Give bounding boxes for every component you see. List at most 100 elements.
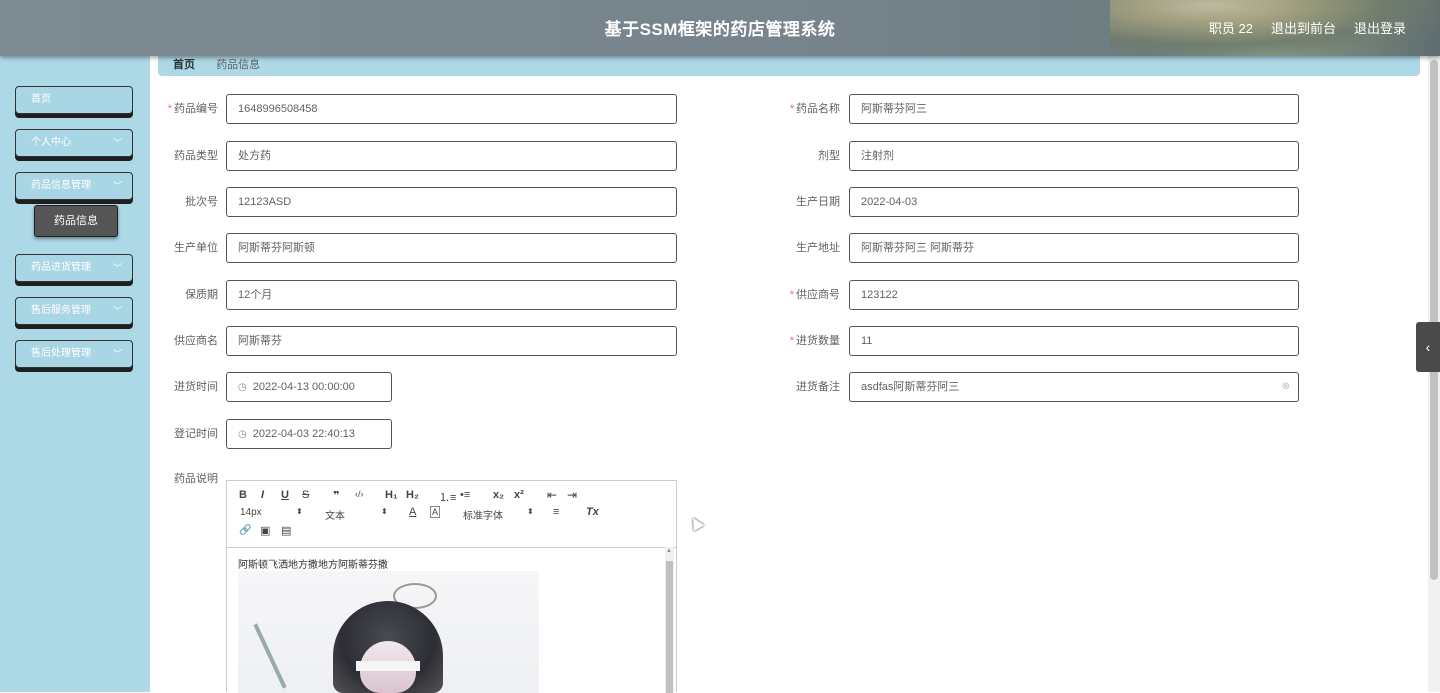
bg-color-button[interactable]: A [430, 506, 441, 518]
clear-icon[interactable]: ⊗ [1282, 373, 1290, 401]
code-button[interactable]: ‹/› [355, 489, 364, 499]
font-color-button[interactable]: A [409, 506, 416, 518]
description-text: 阿斯顿飞洒地方撒地方阿斯蒂芬撒 [238, 560, 388, 571]
supplier-no-label: * 供应商号 [789, 289, 840, 301]
sidebar-item-purchase[interactable]: 药品进货管理 ﹀ [15, 254, 133, 282]
clock-icon: ◷ [238, 382, 247, 393]
chevron-down-icon: ﹀ [112, 349, 122, 359]
font-size-select[interactable]: 14px [240, 507, 262, 518]
strike-button[interactable]: S [302, 489, 309, 501]
supplier-no-field[interactable]: 123122 [849, 280, 1299, 310]
sidebar-item-label: 售后服务管理 [31, 305, 91, 316]
drug-name-label: * 药品名称 [789, 103, 840, 115]
select-arrow-icon: ⬍ [527, 507, 534, 516]
chevron-down-icon: ﹀ [112, 263, 122, 273]
side-panel-toggle[interactable]: ‹ [1416, 322, 1440, 372]
underline-button[interactable]: U [281, 489, 289, 501]
purchase-time-label: 进货时间 [174, 381, 218, 393]
drug-type-field[interactable]: 处方药 [226, 141, 677, 171]
editor-content[interactable]: 阿斯顿飞洒地方撒地方阿斯蒂芬撒 ▲ [227, 547, 676, 693]
align-button[interactable]: ≡ [553, 506, 559, 518]
editor-scroll-thumb[interactable] [666, 561, 673, 693]
bullet-list-button[interactable]: •≡ [460, 489, 470, 501]
register-time-label: 登记时间 [174, 428, 218, 440]
page-scroll-thumb[interactable] [1430, 60, 1438, 580]
scroll-up-icon[interactable]: ▲ [666, 548, 672, 554]
purchase-qty-field[interactable]: 11 [849, 326, 1299, 356]
h2-button[interactable]: H₂ [406, 489, 419, 501]
outdent-button[interactable]: ⇤ [547, 488, 557, 502]
prod-address-label: 生产地址 [796, 242, 840, 254]
front-link[interactable]: 退出到前台 [1271, 18, 1336, 37]
dosage-form-label: 剂型 [818, 150, 840, 162]
paragraph-select[interactable]: 文本 [325, 507, 345, 522]
drug-name-field[interactable]: 阿斯蒂芬阿三 [849, 94, 1299, 124]
select-arrow-icon: ⬍ [296, 507, 303, 516]
italic-button[interactable]: I [261, 489, 264, 501]
subscript-button[interactable]: x₂ [493, 489, 504, 501]
register-time-picker[interactable]: ◷ 2022-04-03 22:40:13 [226, 419, 392, 449]
video-icon[interactable]: ▤ [281, 524, 291, 537]
sidebar-item-label: 药品进货管理 [31, 262, 91, 273]
header-actions: 职员 22 退出到前台 退出登录 [1209, 18, 1406, 37]
sidebar-item-home[interactable]: 首页 [15, 86, 133, 114]
manufacturer-field[interactable]: 阿斯蒂芬阿斯顿 [226, 233, 677, 263]
drug-code-label: * 药品编号 [167, 103, 218, 115]
purchase-note-label: 进货备注 [796, 381, 840, 393]
description-label: 药品说明 [174, 473, 218, 485]
sidebar-item-after-sales[interactable]: 售后服务管理 ﹀ [15, 297, 133, 325]
editor-scrollbar[interactable]: ▲ [665, 547, 674, 693]
chevron-down-icon: ﹀ [112, 306, 122, 316]
submenu-drug-info[interactable]: 药品信息 [34, 205, 118, 237]
image-icon[interactable]: ▣ [260, 524, 270, 537]
shelf-life-label: 保质期 [185, 289, 218, 301]
top-header: 基于SSM框架的药店管理系统 职员 22 退出到前台 退出登录 [0, 0, 1440, 56]
register-time-value: 2022-04-03 22:40:13 [252, 428, 355, 440]
chevron-down-icon: ﹀ [112, 138, 122, 148]
font-family-select[interactable]: 标准字体 [463, 507, 503, 522]
prod-date-label: 生产日期 [796, 196, 840, 208]
purchase-time-value: 2022-04-13 00:00:00 [252, 381, 355, 393]
mouse-cursor-icon [687, 514, 705, 532]
shelf-life-field[interactable]: 12个月 [226, 280, 677, 310]
dosage-form-field[interactable]: 注射剂 [849, 141, 1299, 171]
logout-link[interactable]: 退出登录 [1354, 18, 1406, 37]
h1-button[interactable]: H₁ [385, 489, 398, 501]
sidebar-item-label: 售后处理管理 [31, 348, 91, 359]
clear-format-button[interactable]: Tx [586, 506, 599, 518]
breadcrumb-current: 药品信息 [216, 59, 261, 71]
sidebar-item-after-handle[interactable]: 售后处理管理 ﹀ [15, 340, 133, 368]
user-name: 职员 22 [1208, 21, 1253, 36]
breadcrumb-home[interactable]: 首页 [173, 59, 195, 71]
manufacturer-label: 生产单位 [174, 242, 218, 254]
sidebar-item-drug-info[interactable]: 药品信息管理 ﹀ [15, 172, 133, 200]
superscript-button[interactable]: x² [514, 489, 524, 501]
select-arrow-icon: ⬍ [381, 507, 388, 516]
bold-button[interactable]: B [239, 489, 247, 501]
ordered-list-button[interactable]: ⒈≡ [439, 489, 456, 505]
prod-date-field[interactable]: 2022-04-03 [849, 187, 1299, 217]
chevron-down-icon: ﹀ [112, 181, 122, 191]
sidebar-item-personal[interactable]: 个人中心 ﹀ [15, 129, 133, 157]
drug-code-field[interactable]: 1648996508458 [226, 94, 677, 124]
sidebar-item-label: 首页 [31, 94, 51, 105]
link-icon[interactable]: 🔗 [239, 525, 251, 536]
breadcrumb-separator: / [204, 59, 208, 71]
sidebar-item-label: 个人中心 [31, 137, 71, 148]
description-editor[interactable]: B I U S ❞ ‹/› H₁ H₂ ⒈≡ •≡ x₂ x² ⇤ ⇥ 14px… [226, 480, 677, 693]
drug-type-label: 药品类型 [174, 150, 218, 162]
purchase-time-picker[interactable]: ◷ 2022-04-13 00:00:00 [226, 372, 392, 402]
purchase-qty-label: * 进货数量 [789, 335, 840, 347]
batch-no-field[interactable]: 12123ASD [226, 187, 677, 217]
page-scrollbar[interactable] [1428, 56, 1440, 692]
image-detail [253, 623, 287, 689]
batch-no-label: 批次号 [185, 196, 218, 208]
indent-button[interactable]: ⇥ [567, 488, 577, 502]
supplier-name-field[interactable]: 阿斯蒂芬 [226, 326, 677, 356]
purchase-note-field[interactable]: asdfas阿斯蒂芬阿三 ⊗ [849, 372, 1299, 402]
quote-button[interactable]: ❞ [333, 489, 339, 502]
editor-toolbar: B I U S ❞ ‹/› H₁ H₂ ⒈≡ •≡ x₂ x² ⇤ ⇥ 14px… [227, 481, 676, 548]
image-detail [356, 661, 420, 671]
prod-address-field[interactable]: 阿斯蒂芬阿三 阿斯蒂芬 [849, 233, 1299, 263]
description-image [238, 571, 539, 693]
